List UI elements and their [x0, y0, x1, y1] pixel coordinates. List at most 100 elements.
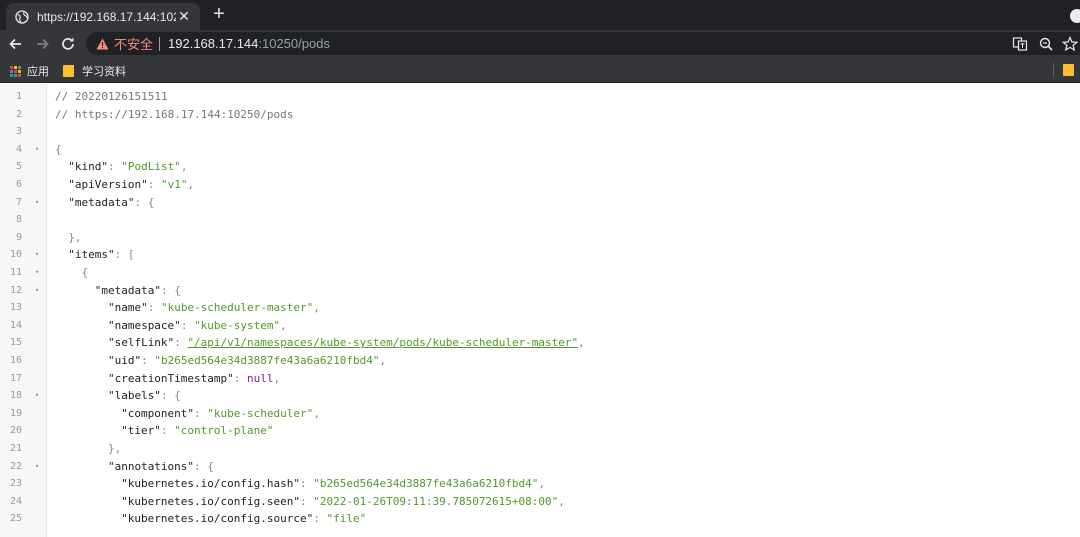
tab-title: https://192.168.17.144:10250/p — [37, 9, 176, 24]
line-number: 2 — [15, 108, 22, 120]
code-token: : — [313, 512, 327, 526]
profile-icon[interactable] — [1070, 9, 1080, 23]
new-tab-button[interactable]: + — [207, 3, 231, 27]
code-text: "component": "kube-scheduler", — [121, 405, 320, 423]
browser-tab-active[interactable]: https://192.168.17.144:10250/p ✕ — [6, 3, 200, 30]
code-token: : { — [160, 389, 181, 403]
fold-toggle-icon[interactable]: ▾ — [35, 246, 39, 264]
line-number: 12 — [9, 284, 22, 296]
code-token: "items" — [68, 248, 115, 262]
code-token: "PodList" — [121, 160, 181, 174]
code-token: "b265ed564e34d3887fe43a6a6210fbd4" — [154, 354, 380, 367]
line-number: 19 — [9, 407, 22, 419]
line-number: 11 — [9, 267, 22, 278]
selflink-url-link[interactable]: "/api/v1/namespaces/kube-system/pods/kub… — [187, 336, 578, 349]
code-token: "metadata" — [68, 195, 135, 209]
warning-triangle-icon[interactable] — [96, 38, 109, 50]
code-token: : — [194, 406, 208, 420]
bookmark-folder-study[interactable]: 学习资料 — [63, 63, 126, 79]
address-bar[interactable]: 不安全 192.168.17.144:10250/pods — [86, 32, 1080, 55]
zoom-icon[interactable] — [1038, 36, 1054, 52]
url-path: :10250/pods — [258, 36, 330, 51]
code-text: "metadata": { — [68, 194, 154, 212]
code-token: "namespace" — [107, 318, 181, 332]
code-text: "apiVersion": "v1", — [68, 176, 194, 194]
code-token: "kube-system" — [194, 318, 281, 332]
code-token: , — [273, 371, 281, 385]
code-token: , — [578, 336, 585, 350]
code-line: 16 "uid": "b265ed564e34d3887fe43a6a6210fb… — [0, 352, 1080, 370]
line-number: 3 — [15, 126, 22, 138]
tab-strip: https://192.168.17.144:10250/p ✕ + — [0, 0, 1080, 30]
code-token: : { — [160, 283, 181, 297]
code-token: "v1" — [160, 178, 188, 191]
code-token: "2022-01-26T09:11:39.785072615+08:00" — [313, 494, 559, 508]
fold-toggle-icon[interactable]: ▾ — [35, 194, 39, 212]
code-token: : — [300, 494, 314, 508]
translate-icon[interactable] — [1012, 36, 1028, 52]
code-text: "kubernetes.io/config.seen": "2022-01-26… — [121, 493, 565, 511]
code-text: // https://192.168.17.144:10250/pods — [55, 106, 293, 124]
code-text: "creationTimestamp": null, — [108, 370, 280, 388]
code-text: "kubernetes.io/config.source": "file" — [121, 510, 366, 528]
reload-icon[interactable] — [58, 34, 78, 54]
code-token: , — [280, 318, 287, 332]
bookmark-apps[interactable]: 应用 — [10, 63, 49, 79]
code-token: "tier" — [121, 424, 161, 438]
code-token: "uid" — [107, 354, 142, 367]
back-arrow-icon[interactable] — [6, 34, 26, 54]
line-number: 22 — [9, 460, 22, 472]
code-token: "labels" — [107, 389, 161, 403]
line-number: 24 — [9, 495, 22, 507]
code-token: "annotations" — [107, 459, 195, 473]
code-token: "b265ed564e34d3887fe43a6a6210fbd4" — [313, 477, 539, 491]
code-token: "kubernetes.io/config.hash" — [121, 477, 300, 491]
tab-close-icon[interactable]: ✕ — [176, 8, 192, 25]
code-line: 25 "kubernetes.io/config.source": "file" — [0, 510, 1080, 528]
code-line: 7 ▾ "metadata": { — [0, 194, 1080, 212]
code-text: "metadata": { — [95, 282, 181, 300]
line-number: 16 — [9, 355, 22, 366]
code-text: "selfLink": "/api/v1/namespaces/kube-sys… — [108, 334, 585, 352]
code-token: : — [160, 424, 175, 438]
code-text: }, — [108, 440, 121, 458]
forward-arrow-icon[interactable] — [32, 34, 52, 54]
line-number: 6 — [15, 179, 22, 190]
bookmark-folder-label: 学习资料 — [82, 65, 126, 78]
code-token: : — [141, 354, 155, 367]
code-text: { — [55, 141, 62, 159]
code-text: "labels": { — [108, 387, 181, 405]
code-line: 12 ▾ "metadata": { — [0, 282, 1080, 300]
line-number: 13 — [9, 302, 22, 314]
apps-grid-icon — [10, 65, 21, 77]
code-token: { — [81, 266, 89, 279]
bookmark-star-icon[interactable] — [1062, 36, 1078, 52]
code-token: , — [558, 494, 565, 508]
code-token: { — [55, 142, 62, 156]
fold-toggle-icon[interactable]: ▾ — [35, 387, 39, 405]
code-token: : { — [134, 195, 155, 209]
line-number: 8 — [15, 214, 22, 226]
other-bookmarks-folder-icon[interactable] — [1063, 64, 1074, 76]
fold-toggle-icon[interactable]: ▾ — [35, 264, 39, 282]
code-line: 21}, — [0, 440, 1080, 458]
code-text: "uid": "b265ed564e34d3887fe43a6a6210fbd4… — [108, 352, 386, 370]
code-token: : { — [194, 459, 214, 473]
code-line: 5 "kind": "PodList", — [0, 158, 1080, 176]
not-secure-label[interactable]: 不安全 — [114, 34, 153, 53]
code-text: "tier": "control-plane" — [121, 422, 273, 440]
line-number: 18 — [9, 390, 22, 402]
code-token: , — [538, 477, 546, 491]
address-divider — [159, 36, 161, 51]
fold-toggle-icon[interactable]: ▾ — [35, 458, 39, 476]
line-number: 1 — [15, 91, 22, 102]
fold-toggle-icon[interactable]: ▾ — [35, 282, 39, 300]
code-line: 24 "kubernetes.io/config.seen": "2022-01-… — [0, 493, 1080, 511]
fold-toggle-icon[interactable]: ▾ — [35, 141, 39, 159]
code-token: : — [107, 160, 122, 174]
code-line: 14 "namespace": "kube-system", — [0, 317, 1080, 335]
code-token: "apiVersion" — [68, 178, 148, 191]
code-line: 22 ▾ "annotations": { — [0, 458, 1080, 476]
code-line: 6 "apiVersion": "v1", — [0, 176, 1080, 194]
code-line: 9}, — [0, 229, 1080, 247]
